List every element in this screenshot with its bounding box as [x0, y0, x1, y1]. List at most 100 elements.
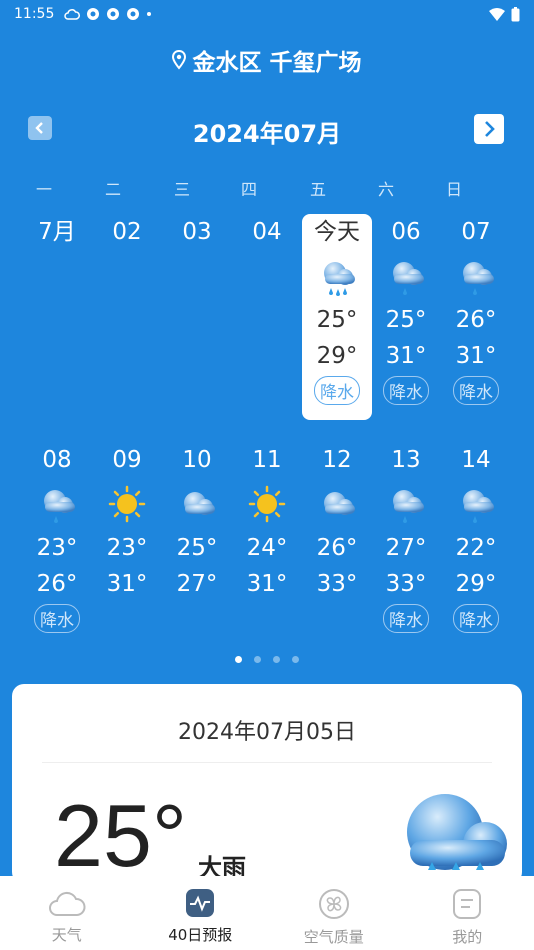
sun-icon [108, 485, 146, 523]
precipitation-badge: 降水 [453, 376, 499, 405]
calendar-day[interactable]: 09 23° 31° [92, 442, 162, 602]
rain-cloud-icon [393, 490, 424, 523]
page-dot[interactable] [273, 656, 280, 663]
divider [42, 762, 492, 763]
detail-temperature: 25° [54, 786, 188, 885]
precipitation-badge: 降水 [453, 604, 499, 633]
precipitation-badge: 降水 [34, 604, 80, 633]
app-notification-icon [107, 8, 120, 20]
calendar-day[interactable]: 12 26° 33° [302, 442, 372, 602]
weekday-label: 日 [445, 180, 462, 199]
calendar-day[interactable]: 7月 [22, 214, 92, 250]
precipitation-badge: 降水 [314, 376, 360, 405]
bottom-tab-bar: 天气 40日预报 空气质量 我的 [0, 876, 534, 950]
high-temp: 29° [316, 343, 358, 369]
location-header[interactable]: 金水区 千玺广场 [0, 40, 534, 80]
weekday-label: 三 [173, 180, 190, 199]
tab-label: 我的 [452, 928, 483, 946]
high-temp: 33° [316, 571, 358, 597]
month-nav: 2024年07月 [0, 108, 534, 152]
calendar-day[interactable]: 11 24° 31° [232, 442, 302, 602]
calendar-day[interactable]: 04 [232, 214, 302, 250]
low-temp: 25° [176, 535, 218, 561]
low-temp: 23° [36, 535, 78, 561]
calendar-day[interactable]: 02 [92, 214, 162, 250]
calendar-day[interactable]: 08 23° 26° 降水 [22, 442, 92, 633]
calendar-day[interactable]: 13 27° 33° 降水 [371, 442, 441, 633]
high-temp: 27° [176, 571, 218, 597]
more-dot-icon [147, 12, 152, 16]
wifi-icon [489, 7, 505, 21]
day-date: 09 [112, 447, 142, 473]
high-temp: 29° [455, 571, 497, 597]
heavy-rain-icon [407, 794, 507, 870]
chevron-right-icon [485, 121, 495, 137]
day-detail-card: 2024年07月05日 25° 大雨 [12, 684, 522, 884]
weekday-label: 五 [309, 180, 326, 199]
day-date: 08 [42, 447, 72, 473]
day-date: 06 [391, 219, 421, 245]
page-dot[interactable] [292, 656, 299, 663]
low-temp: 27° [385, 535, 427, 561]
tab-air-quality[interactable]: 空气质量 [267, 876, 401, 950]
weekday-label: 二 [104, 180, 121, 199]
day-date: 02 [112, 219, 142, 245]
app-notification-icon [127, 8, 140, 20]
high-temp: 26° [36, 571, 78, 597]
page-dot[interactable] [254, 656, 261, 663]
calendar-day[interactable]: 10 25° 27° [162, 442, 232, 602]
weather-icon-slot [162, 478, 232, 530]
weather-icon-slot [371, 250, 441, 302]
weather-icon-slot [441, 250, 511, 302]
location-pin-icon [172, 50, 187, 70]
weather-icon-slot [371, 478, 441, 530]
rain-cloud-icon [463, 490, 494, 523]
next-month-button[interactable] [474, 114, 504, 144]
tab-weather[interactable]: 天气 [0, 876, 134, 950]
tab-label: 空气质量 [303, 928, 364, 946]
rain-cloud-icon [44, 490, 75, 523]
day-date: 13 [391, 447, 421, 473]
day-date: 11 [252, 447, 282, 473]
app-notification-icon [87, 8, 100, 20]
weekday-label: 一 [35, 180, 52, 199]
calendar-day[interactable]: 06 25° 31° 降水 [371, 214, 441, 405]
day-date: 12 [322, 447, 352, 473]
status-bar: 11:55 [0, 0, 534, 28]
detail-date: 2024年07月05日 [178, 720, 356, 745]
page-dot[interactable] [235, 656, 242, 663]
calendar-day[interactable]: 14 22° 29° 降水 [441, 442, 511, 633]
tab-40day-forecast[interactable]: 40日预报 [134, 876, 268, 950]
low-temp: 25° [316, 307, 358, 333]
battery-icon [511, 6, 520, 21]
low-temp: 26° [455, 307, 497, 333]
precipitation-badge: 降水 [383, 604, 429, 633]
notification-icons [64, 7, 152, 21]
calendar-day-today[interactable]: 今天 25° 29° 降水 [302, 214, 372, 420]
low-temp: 23° [106, 535, 148, 561]
cloud-notification-icon [64, 9, 81, 20]
weekday-label: 四 [240, 180, 257, 199]
profile-card-icon [453, 889, 482, 919]
low-temp: 26° [316, 535, 358, 561]
high-temp: 33° [385, 571, 427, 597]
rain-cloud-icon [393, 262, 424, 295]
weekday-header: 一 二 三 四 五 六 日 [0, 176, 534, 200]
day-date: 04 [252, 219, 282, 245]
calendar-day[interactable]: 07 26° 31° 降水 [441, 214, 511, 405]
forecast-chart-icon [186, 889, 215, 917]
day-date: 7月 [38, 219, 76, 245]
tab-profile[interactable]: 我的 [401, 876, 534, 950]
high-temp: 31° [455, 343, 497, 369]
day-date: 07 [461, 219, 491, 245]
calendar-day[interactable]: 03 [162, 214, 232, 250]
day-date: 今天 [314, 219, 360, 245]
page-indicator [0, 656, 534, 663]
high-temp: 31° [106, 571, 148, 597]
month-title: 2024年07月 [192, 120, 342, 148]
heavy-rain-icon [324, 262, 355, 296]
day-date: 10 [182, 447, 212, 473]
location-name: 金水区 千玺广场 [192, 50, 362, 76]
precipitation-badge: 降水 [383, 376, 429, 405]
high-temp: 31° [385, 343, 427, 369]
